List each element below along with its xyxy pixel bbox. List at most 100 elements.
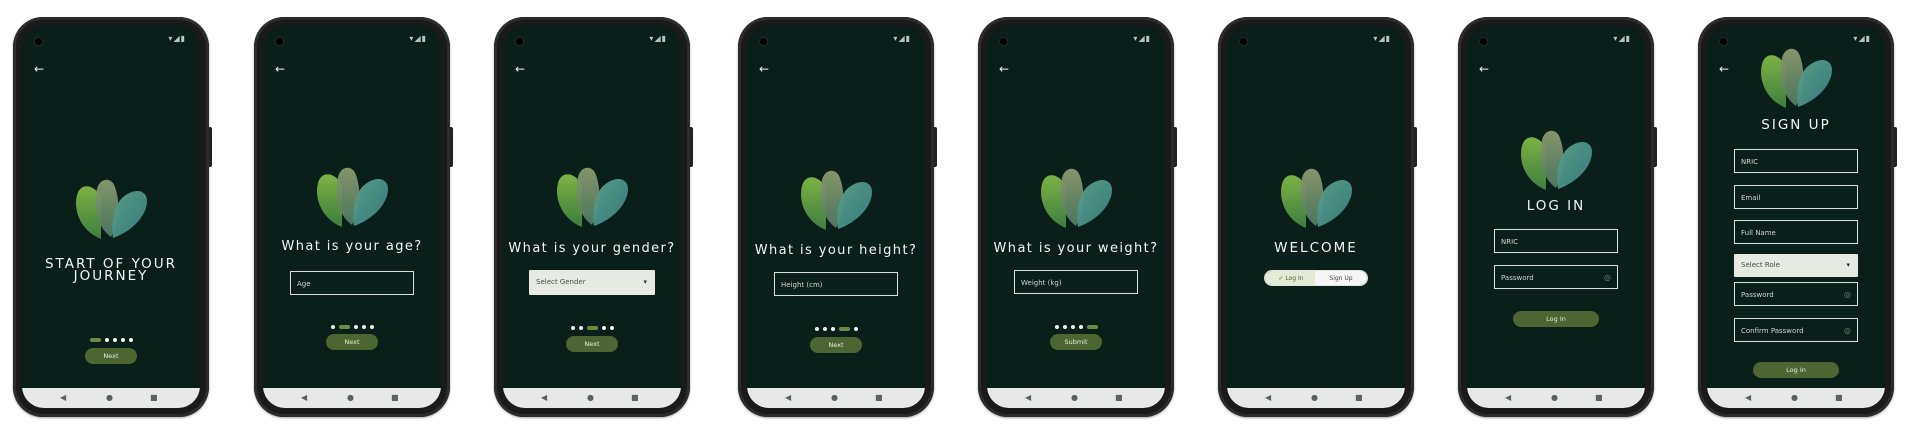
phone-frame-start: ▾◢▮ ← START OF YOUR JOURNEY Next ◀ ● ■ [13,17,212,417]
back-arrow-icon[interactable]: ← [1719,62,1733,76]
camera-icon [1240,38,1247,45]
heart-leaf-logo-icon [1516,122,1596,192]
triangle-back-icon[interactable]: ◀ [60,393,66,403]
progress-dot-active [89,337,101,342]
back-arrow-icon[interactable]: ← [34,62,48,76]
phone-frame-weight: ▾◢▮ ← What is your weight? Weight (kg) S… [978,17,1177,417]
square-recents-icon[interactable]: ■ [1355,393,1363,403]
progress-dot [1070,324,1075,329]
circle-home-icon[interactable]: ● [106,393,113,403]
phone-frame-signup: ▾◢▮ ← SIGN UP NRIC Email Full Name Selec… [1698,17,1897,417]
square-recents-icon[interactable]: ■ [631,393,639,403]
square-recents-icon[interactable]: ■ [150,393,158,403]
phone-frame-height: ▾◢▮ ← What is your height? Height (cm) N… [738,17,937,417]
screen-gender: ▾◢▮ ← What is your gender? Select Gender… [503,26,681,408]
back-arrow-icon[interactable]: ← [759,62,773,76]
triangle-back-icon[interactable]: ◀ [785,393,791,403]
dropdown-caret-icon: ▾ [643,278,647,286]
progress-dot [609,325,614,330]
system-nav-bar: ◀ ● ■ [1227,388,1405,408]
circle-home-icon[interactable]: ● [1311,393,1318,403]
triangle-back-icon[interactable]: ◀ [1025,393,1031,403]
password-field[interactable]: Password ◎ [1494,265,1618,289]
back-arrow-icon[interactable]: ← [999,62,1013,76]
triangle-back-icon[interactable]: ◀ [1745,393,1751,403]
back-arrow-icon[interactable]: ← [1479,62,1493,76]
progress-dot [853,326,858,331]
select-value: Select Gender [536,278,586,286]
square-recents-icon[interactable]: ■ [875,393,883,403]
heart-leaf-logo-icon [552,159,632,229]
progress-dots [747,318,925,331]
next-button[interactable]: Next [810,337,862,353]
nric-field[interactable]: NRIC [1734,149,1858,173]
weight-input[interactable]: Weight (kg) [1014,270,1138,294]
screen-signup: ▾◢▮ ← SIGN UP NRIC Email Full Name Selec… [1707,26,1885,408]
progress-dot-active [338,324,350,329]
password-field[interactable]: Password ◎ [1734,282,1858,306]
phone-side-button [209,127,212,167]
gender-select[interactable]: Select Gender ▾ [529,270,655,295]
password-label: Password [1501,274,1534,282]
page-title: What is your weight? [993,241,1159,256]
next-button[interactable]: Next [566,336,618,352]
status-icons: ▾◢▮ [168,34,186,43]
square-recents-icon[interactable]: ■ [1115,393,1123,403]
tab-sign-up[interactable]: Sign Up [1315,271,1367,285]
triangle-back-icon[interactable]: ◀ [301,393,307,403]
camera-icon [760,38,767,45]
age-input[interactable]: Age [290,271,414,295]
full-name-field[interactable]: Full Name [1734,220,1858,244]
progress-dot-active [586,325,598,330]
submit-button[interactable]: Submit [1050,334,1102,350]
next-button[interactable]: Next [326,334,378,350]
phone-side-button [1654,127,1657,167]
phone-side-button [690,127,693,167]
height-input[interactable]: Height (cm) [774,272,898,296]
phone-side-button [934,127,937,167]
progress-dot [353,324,358,329]
nric-field[interactable]: NRIC [1494,229,1618,253]
screen-welcome: ▾◢▮ WELCOME ✓ Log In Sign Up ◀ ● ■ [1227,26,1405,408]
phone-frame-welcome: ▾◢▮ WELCOME ✓ Log In Sign Up ◀ ● ■ [1218,17,1417,417]
status-icons: ▾◢▮ [409,34,427,43]
email-field[interactable]: Email [1734,185,1858,209]
circle-home-icon[interactable]: ● [1071,393,1078,403]
circle-home-icon[interactable]: ● [831,393,838,403]
role-select[interactable]: Select Role ▾ [1734,254,1858,277]
log-in-button[interactable]: Log In [1753,362,1839,378]
square-recents-icon[interactable]: ■ [1835,393,1843,403]
circle-home-icon[interactable]: ● [587,393,594,403]
eye-off-icon[interactable]: ◎ [1844,283,1851,307]
circle-home-icon[interactable]: ● [1551,393,1558,403]
confirm-password-field[interactable]: Confirm Password ◎ [1734,318,1858,342]
circle-home-icon[interactable]: ● [347,393,354,403]
tab-log-in[interactable]: ✓ Log In [1265,271,1317,285]
page-title-line2: JOURNEY [73,268,149,284]
screen-age: ▾◢▮ ← What is your age? Age Next ◀ ● ■ [263,26,441,408]
square-recents-icon[interactable]: ■ [1595,393,1603,403]
next-button[interactable]: Next [85,348,137,364]
triangle-back-icon[interactable]: ◀ [1265,393,1271,403]
system-nav-bar: ◀ ● ■ [263,388,441,408]
system-nav-bar: ◀ ● ■ [747,388,925,408]
square-recents-icon[interactable]: ■ [391,393,399,403]
camera-icon [516,38,523,45]
camera-icon [35,38,42,45]
back-arrow-icon[interactable]: ← [275,62,289,76]
triangle-back-icon[interactable]: ◀ [1505,393,1511,403]
eye-off-icon[interactable]: ◎ [1844,319,1851,343]
status-icons: ▾◢▮ [1613,34,1631,43]
progress-dots [22,329,200,342]
eye-off-icon[interactable]: ◎ [1604,266,1611,290]
system-nav-bar: ◀ ● ■ [503,388,681,408]
status-icons: ▾◢▮ [649,34,667,43]
triangle-back-icon[interactable]: ◀ [541,393,547,403]
back-arrow-icon[interactable]: ← [515,62,529,76]
circle-home-icon[interactable]: ● [1791,393,1798,403]
log-in-button[interactable]: Log In [1513,311,1599,327]
progress-dot [1054,324,1059,329]
heart-leaf-logo-icon [1036,160,1116,230]
status-icons: ▾◢▮ [893,34,911,43]
heart-leaf-logo-icon [312,159,392,229]
